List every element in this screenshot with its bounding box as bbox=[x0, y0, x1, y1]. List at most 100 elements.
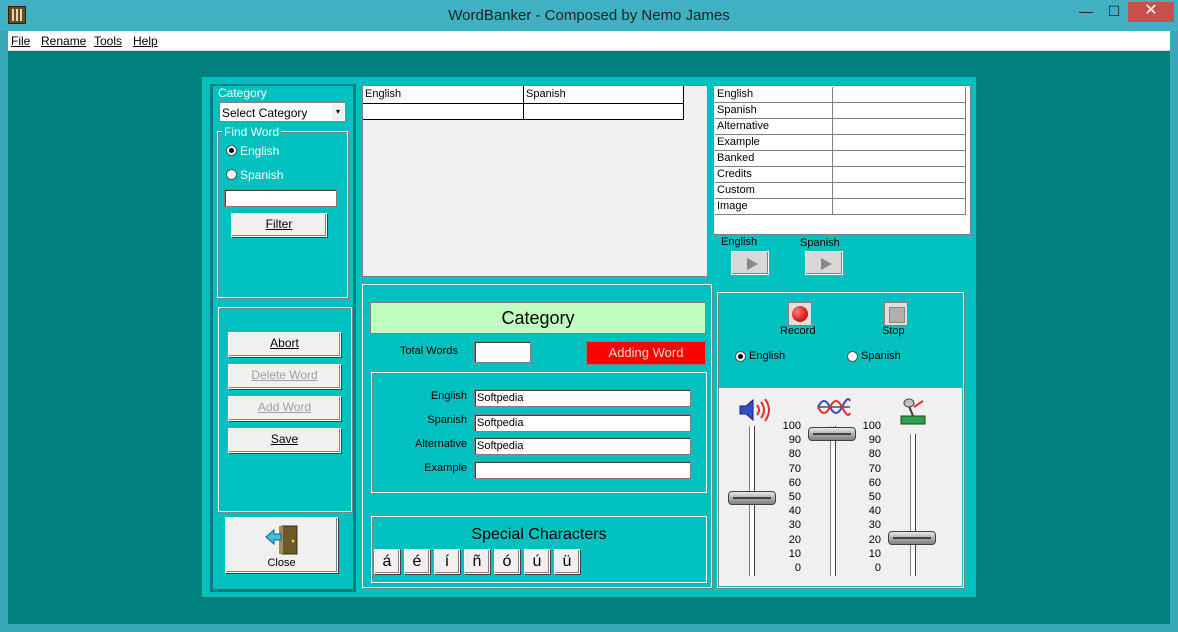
menu-tools[interactable]: Tools bbox=[94, 34, 122, 48]
record-label: Record bbox=[780, 325, 816, 337]
word-list-cell[interactable] bbox=[524, 104, 684, 120]
char-u-umlaut-button[interactable]: ü bbox=[554, 549, 580, 574]
add-word-label: Add Word bbox=[257, 400, 312, 414]
speaker-icon bbox=[739, 398, 770, 422]
scale-label: 60 bbox=[788, 476, 801, 489]
close-button[interactable]: Close bbox=[225, 517, 338, 573]
detail-row-value[interactable] bbox=[833, 167, 966, 183]
char-n-tilde-button[interactable]: ñ bbox=[464, 549, 490, 574]
category-header: Category bbox=[370, 302, 706, 334]
scale-label: 50 bbox=[868, 490, 881, 503]
field-label-english: English bbox=[430, 390, 467, 402]
find-spanish-radio[interactable] bbox=[226, 169, 237, 180]
add-word-button[interactable]: Add Word bbox=[228, 396, 341, 421]
stop-button[interactable] bbox=[884, 302, 908, 326]
detail-row-label: Spanish bbox=[715, 103, 833, 119]
menu-help[interactable]: Help bbox=[133, 34, 158, 48]
minimize-button[interactable]: — bbox=[1072, 2, 1100, 22]
wave-slider-thumb[interactable] bbox=[808, 427, 856, 442]
detail-row-label: Banked bbox=[715, 151, 833, 167]
detail-row-label: English bbox=[715, 87, 833, 103]
char-e-acute-button[interactable]: é bbox=[404, 549, 430, 574]
word-list-header-spanish[interactable]: Spanish bbox=[524, 86, 684, 104]
play-english-button[interactable] bbox=[731, 251, 769, 275]
record-spanish-label: Spanish bbox=[861, 350, 901, 362]
record-english-radio[interactable] bbox=[735, 351, 746, 362]
detail-row-value[interactable] bbox=[833, 183, 966, 199]
wave-icon bbox=[817, 398, 851, 416]
total-words-field bbox=[474, 341, 531, 363]
adding-word-status: Adding Word bbox=[586, 341, 706, 365]
spanish-input[interactable] bbox=[474, 414, 691, 432]
alternative-input[interactable] bbox=[474, 437, 691, 455]
menu-file[interactable]: File bbox=[11, 34, 30, 48]
door-exit-icon bbox=[265, 525, 298, 555]
detail-row-label: Example bbox=[715, 135, 833, 151]
mic-scale: 100 90 80 70 60 50 40 30 20 10 0 bbox=[853, 419, 881, 575]
scale-label: 70 bbox=[788, 462, 801, 475]
record-button[interactable] bbox=[788, 302, 812, 326]
scale-label: 20 bbox=[868, 533, 881, 546]
scale-label: 80 bbox=[788, 448, 801, 461]
field-label-example: Example bbox=[424, 462, 467, 474]
scale-label: 30 bbox=[868, 519, 881, 532]
play-english-label: English bbox=[721, 236, 758, 248]
play-spanish-button[interactable] bbox=[805, 251, 843, 275]
filter-button[interactable]: Filter bbox=[231, 213, 327, 237]
english-input[interactable] bbox=[474, 389, 691, 407]
detail-row-value[interactable] bbox=[833, 135, 966, 151]
abort-button[interactable]: Abort bbox=[228, 332, 341, 357]
wave-scale: 100 90 80 70 60 50 40 30 20 10 0 bbox=[773, 419, 801, 575]
char-u-acute-button[interactable]: ú bbox=[524, 549, 550, 574]
record-spanish-radio[interactable] bbox=[847, 351, 858, 362]
chevron-down-icon[interactable]: ▾ bbox=[332, 104, 344, 120]
detail-row-value[interactable] bbox=[833, 151, 966, 167]
detail-row-value[interactable] bbox=[833, 103, 966, 119]
detail-row-value[interactable] bbox=[833, 87, 966, 103]
word-list-header-english[interactable]: English bbox=[363, 86, 524, 104]
detail-row-label: Credits bbox=[715, 167, 833, 183]
category-select-value: Select Category bbox=[222, 106, 308, 120]
word-list-grid[interactable]: English Spanish bbox=[362, 85, 708, 277]
wave-slider-track[interactable] bbox=[830, 426, 835, 576]
play-spanish-label: Spanish bbox=[800, 237, 840, 249]
scale-label: 90 bbox=[868, 434, 881, 447]
mic-slider-thumb[interactable] bbox=[888, 531, 936, 546]
scale-label: 0 bbox=[874, 561, 881, 574]
window-title: WordBanker - Composed by Nemo James bbox=[448, 7, 730, 24]
find-english-radio[interactable] bbox=[226, 145, 237, 156]
example-input[interactable] bbox=[474, 461, 691, 479]
detail-row-value[interactable] bbox=[833, 199, 966, 215]
find-english-label: English bbox=[240, 144, 280, 158]
find-word-label: Find Word bbox=[222, 125, 282, 139]
scale-label: 0 bbox=[794, 561, 801, 574]
save-button[interactable]: Save bbox=[228, 428, 341, 453]
word-list-cell[interactable] bbox=[363, 104, 524, 120]
close-window-button[interactable]: ✕ bbox=[1128, 2, 1174, 22]
volume-slider-thumb[interactable] bbox=[728, 490, 776, 505]
abort-button-label: Abort bbox=[270, 336, 299, 350]
close-button-label: Close bbox=[267, 557, 296, 569]
scale-label: 50 bbox=[788, 490, 801, 503]
microphone-icon bbox=[900, 398, 926, 425]
scale-label: 100 bbox=[862, 420, 881, 432]
scale-label: 40 bbox=[788, 505, 801, 518]
category-label: Category bbox=[218, 86, 267, 100]
delete-word-label: Delete Word bbox=[251, 368, 318, 382]
details-grid[interactable]: English Spanish Alternative Example Bank… bbox=[713, 85, 971, 235]
mic-slider-track[interactable] bbox=[910, 434, 915, 576]
scale-label: 60 bbox=[868, 476, 881, 489]
filter-input[interactable] bbox=[224, 189, 337, 207]
menu-rename[interactable]: Rename bbox=[41, 34, 86, 48]
maximize-button[interactable]: ☐ bbox=[1100, 2, 1128, 22]
char-i-acute-button[interactable]: í bbox=[434, 549, 460, 574]
detail-row-label: Alternative bbox=[715, 119, 833, 135]
record-english-label: English bbox=[749, 350, 786, 362]
detail-row-value[interactable] bbox=[833, 119, 966, 135]
char-o-acute-button[interactable]: ó bbox=[494, 549, 520, 574]
scale-label: 100 bbox=[782, 420, 801, 432]
char-a-acute-button[interactable]: á bbox=[374, 549, 400, 574]
delete-word-button[interactable]: Delete Word bbox=[228, 364, 341, 389]
stop-label: Stop bbox=[882, 325, 905, 337]
category-select[interactable]: Select Category ▾ bbox=[219, 102, 346, 122]
